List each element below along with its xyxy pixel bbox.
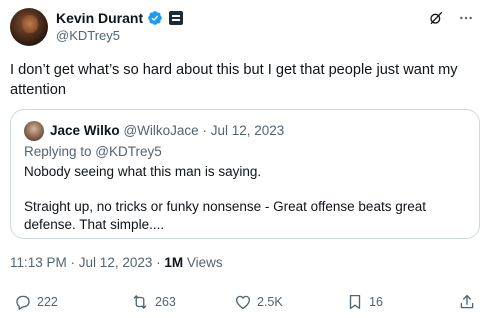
quote-replying-to: Replying to @KDTrey5 [24, 143, 162, 161]
bookmark-count: 16 [369, 295, 383, 309]
repost-icon [133, 295, 147, 309]
views-label: Views [183, 255, 223, 270]
reply-button[interactable]: 222 [14, 293, 58, 311]
tweet-meta: 11:13 PM · Jul 12, 2023 · 1M Views [10, 254, 223, 272]
share-icon [460, 294, 474, 309]
replying-prefix: Replying to [24, 144, 96, 159]
replying-handle: @KDTrey5 [95, 144, 162, 159]
bookmark-button[interactable]: 16 [346, 293, 383, 311]
reply-icon [16, 295, 30, 310]
tweet-time[interactable]: 11:13 PM [10, 255, 67, 270]
more-icon[interactable] [458, 10, 474, 26]
repost-count: 263 [155, 295, 176, 309]
like-icon [235, 295, 251, 310]
reply-count: 222 [37, 295, 58, 309]
quote-text: Nobody seeing what this man is saying. S… [24, 163, 470, 234]
like-button[interactable]: 2.5K [234, 293, 283, 311]
views-count[interactable]: 1M [164, 255, 183, 270]
author-display-name[interactable]: Kevin Durant [56, 9, 143, 27]
quote-line-1: Nobody seeing what this man is saying. [24, 164, 262, 179]
quote-tweet-card[interactable]: Jace Wilko @WilkoJace · Jul 12, 2023 Rep… [10, 109, 480, 239]
avatar[interactable] [10, 8, 48, 46]
top-actions [428, 10, 474, 26]
quote-header: Jace Wilko @WilkoJace · Jul 12, 2023 [50, 121, 284, 141]
author-handle[interactable]: @KDTrey5 [56, 28, 120, 44]
tweet-text: I don’t get what’s so hard about this bu… [10, 62, 458, 98]
share-button[interactable] [458, 293, 476, 311]
quote-display-name[interactable]: Jace Wilko [50, 123, 120, 138]
like-count: 2.5K [257, 295, 283, 309]
quote-separator: · [202, 123, 207, 138]
meta-separator: · [152, 255, 165, 270]
tweet-date[interactable]: Jul 12, 2023 [79, 255, 153, 270]
meta-separator: · [66, 255, 79, 270]
quote-handle[interactable]: @WilkoJace [123, 123, 198, 138]
action-bar: 222 263 2.5K 16 [10, 293, 480, 315]
quote-date[interactable]: Jul 12, 2023 [211, 123, 285, 138]
verified-badge-icon[interactable] [147, 10, 163, 26]
quote-avatar[interactable] [24, 121, 44, 141]
author-row: Kevin Durant [56, 9, 184, 27]
affiliate-badge-icon[interactable] [169, 11, 184, 25]
bookmark-icon [349, 294, 361, 310]
repost-button[interactable]: 263 [130, 293, 176, 311]
grok-icon[interactable] [428, 10, 444, 26]
quote-line-2: Straight up, no tricks or funky nonsense… [24, 199, 426, 232]
